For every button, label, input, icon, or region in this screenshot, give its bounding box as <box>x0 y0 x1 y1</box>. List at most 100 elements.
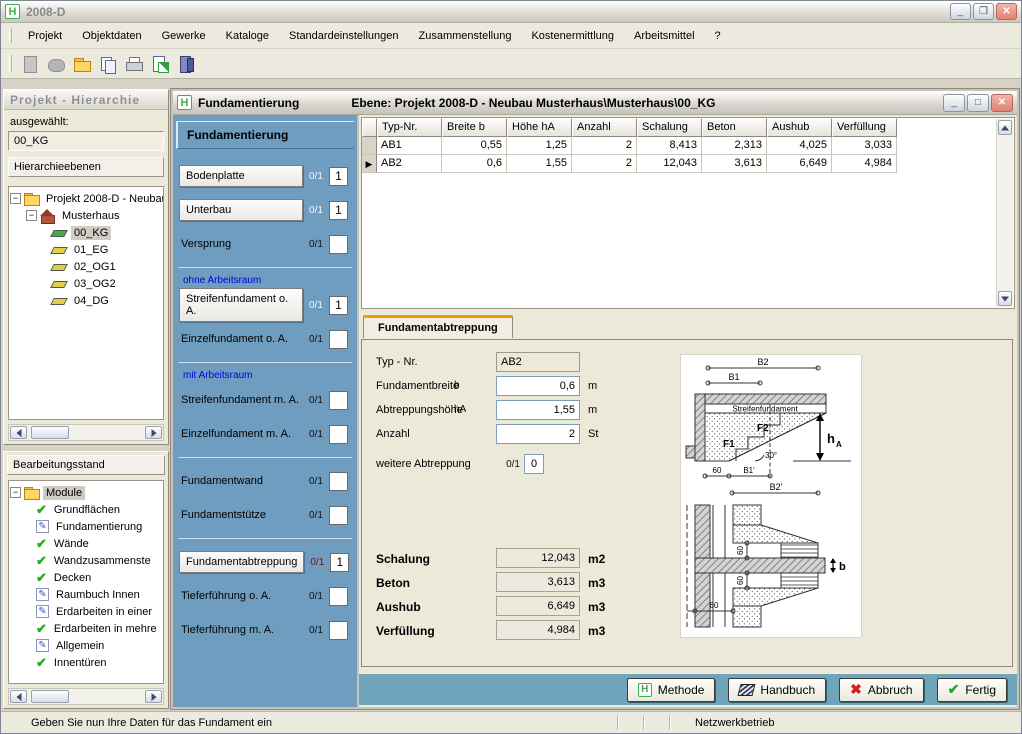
copy-button[interactable] <box>96 52 120 76</box>
fundamentbreite-input[interactable] <box>496 376 580 396</box>
fundamentstuetze-label[interactable]: Fundamentstütze <box>179 509 303 521</box>
module-item[interactable]: ✔ Grundflächen <box>10 501 162 518</box>
einzelfundament-oa-label[interactable]: Einzelfundament o. A. <box>179 333 303 345</box>
tieferfuehrung-oa-count-field[interactable] <box>329 587 348 606</box>
cell-schalung[interactable]: 12,043 <box>637 155 702 173</box>
cell-aushub[interactable]: 6,649 <box>767 155 832 173</box>
scroll-left-icon[interactable] <box>10 426 27 439</box>
export-button[interactable] <box>148 52 172 76</box>
exit-button[interactable] <box>174 52 198 76</box>
scroll-thumb[interactable] <box>31 426 69 439</box>
streifenfundament-oa-button[interactable]: Streifenfundament o. A. <box>179 288 303 322</box>
scroll-up-icon[interactable] <box>998 120 1012 135</box>
module-item[interactable]: ✔ Erdarbeiten in mehre <box>10 620 162 637</box>
module-item[interactable]: ✔ Innentüren <box>10 654 162 671</box>
col-header-aushub[interactable]: Aushub <box>767 118 832 137</box>
tree-node-floor-00kg[interactable]: 00_KG <box>10 224 162 241</box>
bodenplatte-button[interactable]: Bodenplatte <box>179 165 303 187</box>
menu-kostenermittlung[interactable]: Kostenermittlung <box>521 26 624 46</box>
versprung-count-field[interactable] <box>329 235 348 254</box>
streifenfundament-ma-label[interactable]: Streifenfundament m. A. <box>179 394 303 406</box>
cell-aushub[interactable]: 4,025 <box>767 137 832 155</box>
handbuch-button[interactable]: Handbuch <box>728 678 826 702</box>
cell-schalung[interactable]: 8,413 <box>637 137 702 155</box>
tree-node-floor-01eg[interactable]: 01_EG <box>10 241 162 258</box>
module-item[interactable]: ✔ Wände <box>10 535 162 552</box>
menu-objektdaten[interactable]: Objektdaten <box>72 26 151 46</box>
menu-projekt[interactable]: Projekt <box>18 26 72 46</box>
menu-standardeinstellungen[interactable]: Standardeinstellungen <box>279 26 408 46</box>
scroll-right-icon[interactable] <box>145 690 162 703</box>
menu-zusammenstellung[interactable]: Zusammenstellung <box>409 26 522 46</box>
cell-anzahl[interactable]: 2 <box>572 155 637 173</box>
cell-typnr[interactable]: AB2 <box>377 155 442 173</box>
streifenfundament-oa-count-field[interactable]: 1 <box>329 296 348 315</box>
tree-node-building[interactable]: − Musterhaus <box>10 207 162 224</box>
row-marker-active[interactable]: ▶ <box>362 155 377 173</box>
anzahl-input[interactable] <box>496 424 580 444</box>
col-header-typnr[interactable]: Typ-Nr. <box>377 118 442 137</box>
tieferfuehrung-oa-label[interactable]: Tieferführung o. A. <box>179 590 303 602</box>
hierarchy-hscrollbar[interactable] <box>8 424 164 441</box>
cell-beton[interactable]: 3,613 <box>702 155 767 173</box>
versprung-label[interactable]: Versprung <box>179 238 303 250</box>
scroll-left-icon[interactable] <box>10 690 27 703</box>
fundamentwand-count-field[interactable] <box>329 472 348 491</box>
scroll-thumb[interactable] <box>31 690 69 703</box>
cell-breite[interactable]: 0,55 <box>442 137 507 155</box>
col-header-beton[interactable]: Beton <box>702 118 767 137</box>
menu-gewerke[interactable]: Gewerke <box>152 26 216 46</box>
fundamentabtreppung-count-field[interactable]: 1 <box>330 553 349 572</box>
modules-hscrollbar[interactable] <box>8 688 164 705</box>
einzelfundament-oa-count-field[interactable] <box>329 330 348 349</box>
col-header-verfuellung[interactable]: Verfüllung <box>832 118 897 137</box>
einzelfundament-ma-count-field[interactable] <box>329 425 348 444</box>
col-header-schalung[interactable]: Schalung <box>637 118 702 137</box>
module-item[interactable]: ✎ Fundamentierung <box>10 518 162 535</box>
unterbau-count-field[interactable]: 1 <box>329 201 348 220</box>
module-item[interactable]: ✎ Raumbuch Innen <box>10 586 162 603</box>
toolbar-grip[interactable] <box>9 55 12 72</box>
tab-fundamentabtreppung[interactable]: Fundamentabtreppung <box>363 315 513 338</box>
collapse-icon[interactable]: − <box>10 487 21 498</box>
scroll-right-icon[interactable] <box>145 426 162 439</box>
row-marker[interactable] <box>362 137 377 155</box>
tieferfuehrung-ma-count-field[interactable] <box>329 621 348 640</box>
cell-verfuellung[interactable]: 3,033 <box>832 137 897 155</box>
cell-anzahl[interactable]: 2 <box>572 137 637 155</box>
tree-node-module-root[interactable]: − Module <box>10 484 162 501</box>
menubar-grip[interactable] <box>9 28 12 43</box>
col-header-breite[interactable]: Breite b <box>442 118 507 137</box>
fundamentstuetze-count-field[interactable] <box>329 506 348 525</box>
fertig-button[interactable]: ✔ Fertig <box>937 678 1007 702</box>
cell-typnr[interactable]: AB1 <box>377 137 442 155</box>
col-header-hoehe[interactable]: Höhe hA <box>507 118 572 137</box>
module-item[interactable]: ✔ Decken <box>10 569 162 586</box>
streifenfundament-ma-count-field[interactable] <box>329 391 348 410</box>
col-header-anzahl[interactable]: Anzahl <box>572 118 637 137</box>
fundamentabtreppung-button[interactable]: Fundamentabtreppung <box>179 551 304 573</box>
unterbau-button[interactable]: Unterbau <box>179 199 303 221</box>
collapse-icon[interactable]: − <box>26 210 37 221</box>
print-button[interactable] <box>122 52 146 76</box>
restore-button[interactable]: ❐ <box>973 3 994 20</box>
menu-help[interactable]: ? <box>705 26 731 46</box>
child-maximize-button[interactable]: □ <box>967 94 989 112</box>
table-vscrollbar[interactable] <box>996 119 1013 307</box>
menu-kataloge[interactable]: Kataloge <box>216 26 279 46</box>
methode-button[interactable]: H Methode <box>627 678 716 702</box>
fundamentwand-label[interactable]: Fundamentwand <box>179 475 303 487</box>
cell-beton[interactable]: 2,313 <box>702 137 767 155</box>
tieferfuehrung-ma-label[interactable]: Tieferführung m. A. <box>179 624 303 636</box>
abbruch-button[interactable]: ✖ Abbruch <box>839 678 923 702</box>
open-folder-button[interactable] <box>70 52 94 76</box>
tree-node-floor-03og2[interactable]: 03_OG2 <box>10 275 162 292</box>
tree-node-project[interactable]: − Projekt 2008-D - Neubau <box>10 190 162 207</box>
weitere-abtreppung-field[interactable]: 0 <box>524 454 544 474</box>
tree-node-floor-02og1[interactable]: 02_OG1 <box>10 258 162 275</box>
cell-breite[interactable]: 0,6 <box>442 155 507 173</box>
child-minimize-button[interactable]: _ <box>943 94 965 112</box>
abtreppungshoehe-input[interactable] <box>496 400 580 420</box>
cell-hoehe[interactable]: 1,55 <box>507 155 572 173</box>
module-item[interactable]: ✎ Erdarbeiten in einer <box>10 603 162 620</box>
